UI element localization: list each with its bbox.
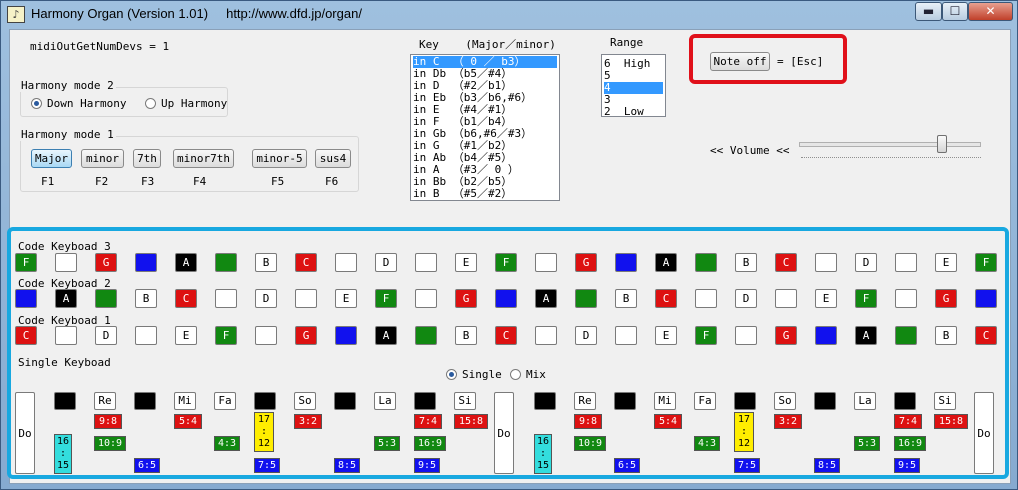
up-harmony-radio[interactable] xyxy=(145,98,156,109)
fkey-label-f5: F5 xyxy=(271,175,285,188)
key-listbox[interactable]: in C （ 0 ／ b3） in Db （b5／#4） in D （#2／b1） i… xyxy=(410,54,560,201)
close-button[interactable]: ✕ xyxy=(968,2,1013,21)
range-item[interactable]: 4 xyxy=(604,82,663,94)
minor-5-button[interactable]: minor-5 xyxy=(252,149,307,168)
range-item[interactable]: 6 High xyxy=(604,58,663,70)
range-title: Range xyxy=(610,36,644,49)
fkey-label-f1: F1 xyxy=(41,175,55,188)
key-title: Key (Major／minor) xyxy=(419,38,556,51)
maximize-button[interactable]: ☐ xyxy=(942,2,968,21)
minor-button[interactable]: minor xyxy=(81,149,124,168)
range-listbox[interactable]: 6 High 5 4 3 2 Low xyxy=(601,54,666,117)
seventh-button[interactable]: 7th xyxy=(133,149,161,168)
title-bar[interactable]: ♪ Harmony Organ (Version 1.01) http://ww… xyxy=(1,1,1017,27)
volume-ticks xyxy=(801,157,981,160)
window-title: Harmony Organ (Version 1.01) http://www.… xyxy=(31,6,362,21)
major-button[interactable]: Major xyxy=(31,149,72,168)
minimize-button[interactable]: ▬ xyxy=(915,2,942,21)
fkey-label-f3: F3 xyxy=(141,175,155,188)
range-item[interactable]: 5 xyxy=(604,70,663,82)
down-harmony-radio[interactable] xyxy=(31,98,42,109)
app-icon: ♪ xyxy=(7,6,25,23)
fkey-label-f6: F6 xyxy=(325,175,339,188)
sus4-button[interactable]: sus4 xyxy=(315,149,351,168)
harmony-mode2-group: Harmony mode 2 Down Harmony Up Harmony xyxy=(19,79,228,117)
volume-slider-track[interactable] xyxy=(799,142,981,147)
app-window: ♪ Harmony Organ (Version 1.01) http://ww… xyxy=(0,0,1018,490)
up-harmony-label[interactable]: Up Harmony xyxy=(161,97,227,110)
range-item[interactable]: 2 Low xyxy=(604,106,663,117)
volume-label: << Volume << xyxy=(710,144,790,157)
down-harmony-label[interactable]: Down Harmony xyxy=(47,97,126,110)
midi-device-count: midiOutGetNumDevs = 1 xyxy=(30,40,170,53)
harmony-mode1-group: Harmony mode 1 Major minor 7th minor7th … xyxy=(19,128,359,192)
minor7th-button[interactable]: minor7th xyxy=(173,149,234,168)
harmony-mode1-title: Harmony mode 1 xyxy=(19,128,116,141)
key-item[interactable]: in B （#5／#2） xyxy=(413,188,557,200)
volume-slider-thumb[interactable] xyxy=(936,135,947,153)
highlight-note-off xyxy=(689,34,847,84)
harmony-mode2-title: Harmony mode 2 xyxy=(19,79,116,92)
fkey-label-f4: F4 xyxy=(193,175,207,188)
fkey-label-f2: F2 xyxy=(95,175,109,188)
highlight-keyboards xyxy=(7,227,1009,479)
